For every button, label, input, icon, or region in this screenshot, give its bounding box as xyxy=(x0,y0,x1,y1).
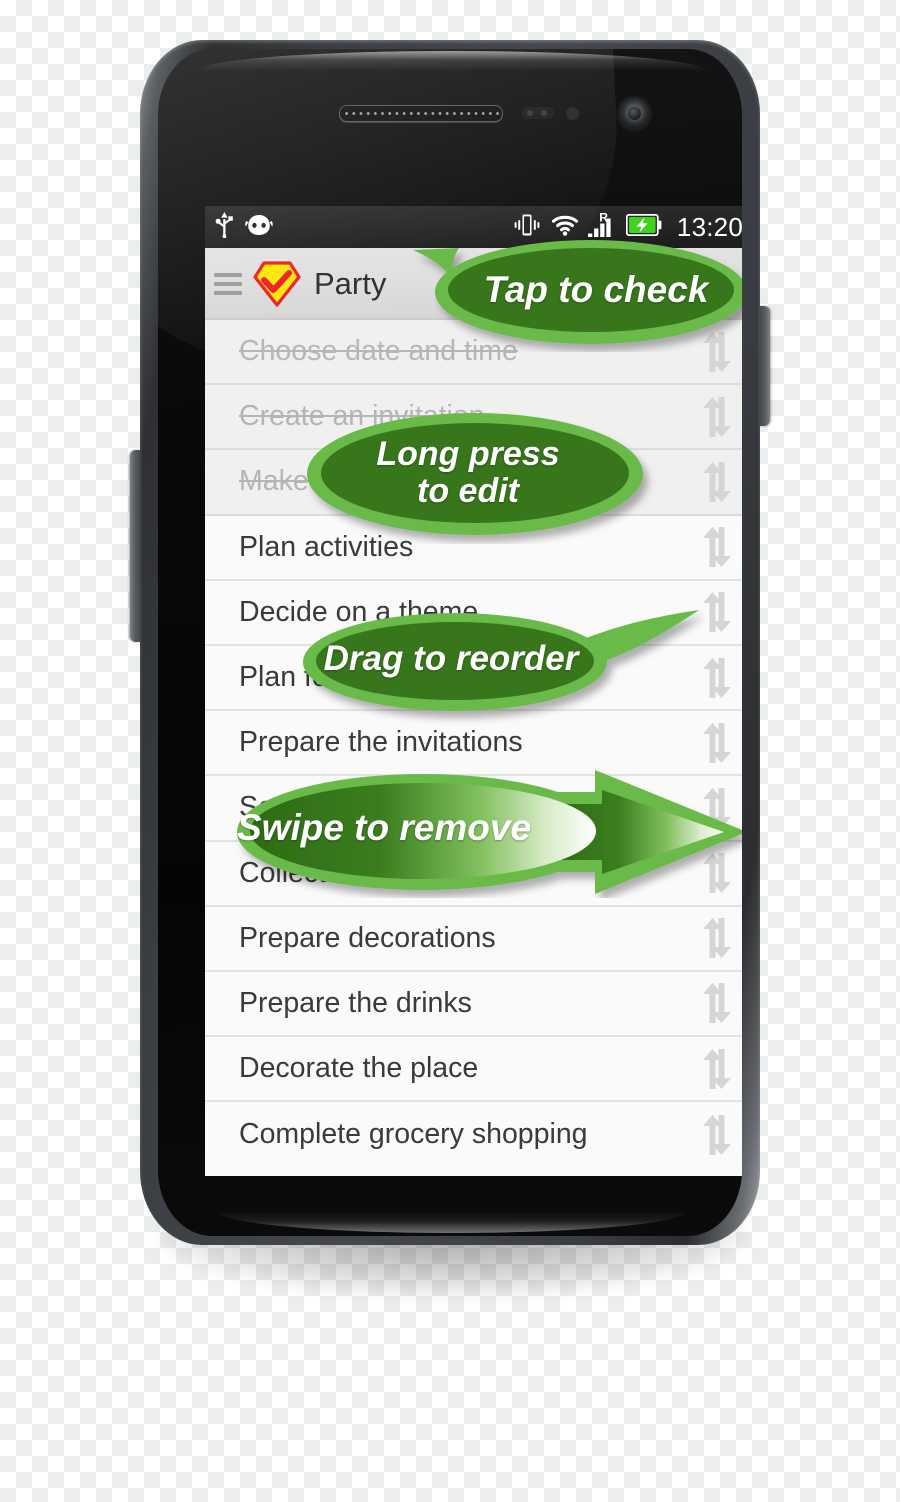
action-bar: Party xyxy=(205,248,742,320)
task-row[interactable]: Prepare decorations xyxy=(205,907,742,972)
hamburger-menu-icon[interactable] xyxy=(211,273,245,295)
task-row[interactable]: Plan food and drinks xyxy=(205,646,742,712)
up-down-arrows-drag-icon[interactable] xyxy=(699,1114,739,1156)
status-bar-left-icons xyxy=(215,211,273,243)
proximity-sensor-icon xyxy=(522,107,554,119)
collapse-button[interactable] xyxy=(571,248,635,320)
task-row-label: Plan activities xyxy=(239,530,414,563)
bezel-top-highlight xyxy=(198,51,706,71)
up-down-arrows-drag-icon[interactable] xyxy=(699,1048,739,1090)
battery-charging-icon xyxy=(625,213,662,241)
task-row[interactable]: Make a list of guests xyxy=(205,450,742,516)
bezel-bottom-highlight xyxy=(218,1211,686,1233)
task-row-label: Complete grocery shopping xyxy=(239,1118,588,1151)
roaming-signal-icon: R xyxy=(587,211,617,242)
overflow-button[interactable] xyxy=(699,248,742,320)
task-row[interactable]: Decide on a theme xyxy=(205,581,742,646)
task-row-label: Decide on a theme xyxy=(239,595,479,628)
up-down-arrows-drag-icon[interactable] xyxy=(699,852,739,894)
collapse-arrows-icon xyxy=(586,267,620,301)
phone-bezel: R 13:20 Party Choose date and time Creat… xyxy=(140,40,760,1245)
task-row-label: Make a list of guests xyxy=(239,465,499,498)
task-row-label: Plan food and drinks xyxy=(239,661,499,694)
task-row-label: Prepare the drinks xyxy=(239,986,472,1019)
add-button[interactable] xyxy=(635,248,699,320)
up-down-arrows-drag-icon[interactable] xyxy=(699,657,739,699)
up-down-arrows-drag-icon[interactable] xyxy=(699,917,739,959)
status-bar-right-icons: R 13:20 xyxy=(512,211,742,243)
android-head-icon xyxy=(245,214,273,241)
task-list[interactable]: Choose date and time Create an invitatio… xyxy=(205,320,742,1176)
task-row[interactable]: Complete grocery shopping xyxy=(205,1102,742,1167)
up-down-arrows-drag-icon[interactable] xyxy=(699,591,739,633)
usb-icon xyxy=(215,211,234,243)
task-row[interactable]: Prepare the drinks xyxy=(205,972,742,1038)
wifi-icon xyxy=(551,213,579,242)
action-bar-buttons xyxy=(507,248,742,320)
plus-icon xyxy=(646,263,688,305)
task-row[interactable]: Plan activities xyxy=(205,516,742,581)
task-row-label: Prepare the invitations xyxy=(239,726,523,759)
task-row-label: Collect confirmations xyxy=(239,856,504,889)
up-down-arrows-drag-icon[interactable] xyxy=(699,787,739,829)
status-bar-clock: 13:20 xyxy=(676,211,742,242)
task-row[interactable]: Create an invitation xyxy=(205,385,742,451)
task-row[interactable]: Prepare the invitations xyxy=(205,711,742,777)
page-title: Party xyxy=(314,266,387,301)
lock-button[interactable] xyxy=(507,248,571,320)
light-sensor-icon xyxy=(566,107,579,120)
page-background: R 13:20 Party Choose date and time Creat… xyxy=(0,0,900,1502)
up-down-arrows-drag-icon[interactable] xyxy=(699,461,739,503)
phone-device: R 13:20 Party Choose date and time Creat… xyxy=(130,40,770,1295)
status-bar: R 13:20 xyxy=(205,206,742,248)
front-camera-lens xyxy=(619,98,650,129)
task-row-label: Prepare decorations xyxy=(239,921,496,954)
task-row-label: Choose date and time xyxy=(239,335,518,368)
task-row-label: Create an invitation xyxy=(239,400,485,433)
task-row[interactable]: Send out invitations xyxy=(205,776,742,842)
checkmark-shield-logo-icon xyxy=(252,260,302,308)
earpiece-grille-dots xyxy=(343,109,499,118)
up-down-arrows-drag-icon[interactable] xyxy=(699,722,739,764)
unlock-padlock-icon xyxy=(524,266,554,302)
vibrate-icon xyxy=(512,213,542,242)
task-row[interactable]: Collect confirmations xyxy=(205,842,742,907)
task-row-label: Send out invitations xyxy=(239,791,488,824)
up-down-arrows-drag-icon[interactable] xyxy=(699,396,739,438)
task-row[interactable]: Decorate the place xyxy=(205,1037,742,1103)
overflow-menu-icon xyxy=(720,267,730,301)
phone-screen: R 13:20 Party Choose date and time Creat… xyxy=(205,206,742,1176)
task-row[interactable]: Choose date and time xyxy=(205,320,742,386)
phone-glass-face: R 13:20 Party Choose date and time Creat… xyxy=(158,49,742,1236)
up-down-arrows-drag-icon[interactable] xyxy=(699,982,739,1024)
up-down-arrows-drag-icon[interactable] xyxy=(699,331,739,373)
roaming-label: R xyxy=(599,212,608,225)
earpiece-speaker xyxy=(339,105,503,122)
task-row-label: Decorate the place xyxy=(239,1052,479,1085)
up-down-arrows-drag-icon[interactable] xyxy=(699,526,739,568)
